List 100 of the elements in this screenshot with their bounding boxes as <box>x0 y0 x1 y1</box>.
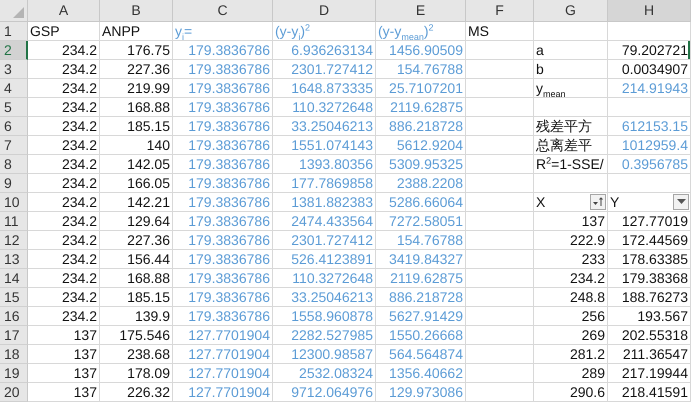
table-cell-text: 168.88 <box>127 270 171 286</box>
table-header-cell-text: Y <box>609 194 620 210</box>
column-header[interactable]: D <box>273 0 376 22</box>
table-cell-text: 166.05 <box>127 174 171 192</box>
row-header[interactable]: 14 <box>0 269 28 288</box>
table-cell-text: 234.2 <box>62 156 98 172</box>
table-cell-text: 214.91943 <box>622 80 689 96</box>
column-header[interactable]: C <box>173 0 273 22</box>
table-cell-text: 211.36547 <box>622 346 689 362</box>
row-header[interactable]: 16 <box>0 307 28 326</box>
row-header[interactable]: 2 <box>0 41 28 60</box>
table-cell-text: 1648.873335 <box>291 80 374 96</box>
table-cell-text: 2301.727412 <box>291 60 374 78</box>
table-cell-text: 1393.80356 <box>299 156 374 172</box>
table-cell-text: 5627.91429 <box>389 308 464 324</box>
table-cell-text: 185.15 <box>127 288 171 306</box>
table-cell-text: 188.76273 <box>622 288 689 306</box>
table-cell-text: 179.3836786 <box>188 156 271 172</box>
table-cell-text: 234.2 <box>62 270 98 286</box>
row-header[interactable]: 5 <box>0 98 28 117</box>
row-header[interactable]: 9 <box>0 174 28 193</box>
filter-button[interactable] <box>673 194 689 210</box>
table-cell-text: 179.3836786 <box>188 212 271 230</box>
table-cell-text: 2388.2208 <box>396 174 464 192</box>
row-header[interactable]: 4 <box>0 79 28 98</box>
table-cell-text: 5309.95325 <box>389 156 464 172</box>
table-cell-text: 226.32 <box>127 384 171 400</box>
column-header[interactable]: B <box>100 0 173 22</box>
table-cell-text: 127.7701904 <box>188 346 271 362</box>
row-header[interactable]: 19 <box>0 364 28 383</box>
row-header[interactable]: 13 <box>0 250 28 269</box>
table-cell-text: 269 <box>582 326 606 344</box>
row-header[interactable]: 1 <box>0 22 28 41</box>
row-header[interactable]: 17 <box>0 326 28 345</box>
filter-button[interactable] <box>590 194 606 210</box>
table-cell-text: y$_{i}$= <box>174 22 192 40</box>
table-cell-text: 233 <box>582 250 606 268</box>
table-cell-text: 179.3836786 <box>188 118 271 134</box>
column-header[interactable]: H <box>608 0 691 22</box>
table-cell-text: 234.2 <box>62 250 98 268</box>
table-cell-text: 179.3836786 <box>188 270 271 286</box>
table-cell-text: 290.6 <box>570 384 606 400</box>
table-cell-text: 222.9 <box>570 232 606 248</box>
table-cell-text: 256 <box>582 308 606 324</box>
table-cell-text: 172.44569 <box>622 232 689 248</box>
table-cell-text: 175.546 <box>119 326 171 344</box>
table-cell-text: 179.3836786 <box>188 232 271 248</box>
row-header[interactable]: 20 <box>0 383 28 402</box>
table-cell-text: 234.2 <box>62 212 98 230</box>
table-cell-text: 564.564874 <box>389 346 464 362</box>
row-header[interactable]: 15 <box>0 288 28 307</box>
column-header[interactable]: A <box>28 0 100 22</box>
table-cell-text: (y-y$_{mean}$)$^{2}$ <box>377 22 434 40</box>
table-cell-text: 110.3272648 <box>292 270 374 286</box>
table-cell-text: 176.75 <box>127 42 171 58</box>
table-cell-text: b <box>535 60 544 78</box>
row-header[interactable]: 18 <box>0 345 28 364</box>
table-cell-text: 234.2 <box>62 136 98 154</box>
table-cell-text: 179.3836786 <box>188 194 271 210</box>
row-header[interactable]: 6 <box>0 117 28 136</box>
row-header[interactable]: 7 <box>0 136 28 155</box>
table-cell-text: 234.2 <box>62 194 98 210</box>
dropdown-arrow-icon <box>676 199 686 205</box>
row-header[interactable]: 12 <box>0 231 28 250</box>
table-cell-text: 179.3836786 <box>188 174 271 192</box>
table-cell-text: 179.3836786 <box>188 80 271 96</box>
table-cell-text: 179.3836786 <box>188 42 271 58</box>
table-cell-text: 137 <box>74 384 98 400</box>
table-cell-text: 110.3272648 <box>292 98 374 116</box>
table-cell-text: 33.25046213 <box>291 288 374 306</box>
table-cell-text: 234.2 <box>62 118 98 134</box>
table-cell-text: 2119.62875 <box>390 270 464 286</box>
table-cell-text: 2301.727412 <box>291 232 374 248</box>
row-header[interactable]: 11 <box>0 212 28 231</box>
table-cell-text: 总离差平 <box>535 136 592 154</box>
table-cell-text: 1356.40662 <box>389 364 464 382</box>
table-cell-text: 5286.66064 <box>389 194 464 210</box>
table-cell-text: 33.25046213 <box>291 118 374 134</box>
table-cell-text: 202.55318 <box>622 326 689 344</box>
table-cell-text: 25.7107201 <box>389 80 464 96</box>
table-cell-text: 2532.08324 <box>299 364 374 382</box>
table-cell-text: 129.64 <box>127 212 171 230</box>
table-cell-text: 0.0034907 <box>622 60 689 78</box>
column-header[interactable]: E <box>376 0 466 22</box>
column-header[interactable]: G <box>534 0 608 22</box>
table-cell-text: 526.4123891 <box>291 250 374 268</box>
table-cell-text: 6.936263134 <box>291 42 374 58</box>
row-header[interactable]: 3 <box>0 60 28 79</box>
table-cell-text: 2474.433564 <box>291 212 374 230</box>
table-cell-text: 7272.58051 <box>389 212 464 230</box>
table-cell-text: 179.3836786 <box>188 288 271 306</box>
table-cell-text: 217.19944 <box>622 364 689 382</box>
table-header-cell-text: X <box>535 194 546 210</box>
table-cell-text: (y-y$_{i}$)$^{2}$ <box>274 22 310 40</box>
table-cell-text: 127.7701904 <box>188 384 271 400</box>
table-cell-text: 2119.62875 <box>390 98 464 116</box>
row-header[interactable]: 10 <box>0 193 28 212</box>
table-cell-text: 0.3956785 <box>622 156 689 172</box>
row-header[interactable]: 8 <box>0 155 28 174</box>
column-header[interactable]: F <box>466 0 534 22</box>
